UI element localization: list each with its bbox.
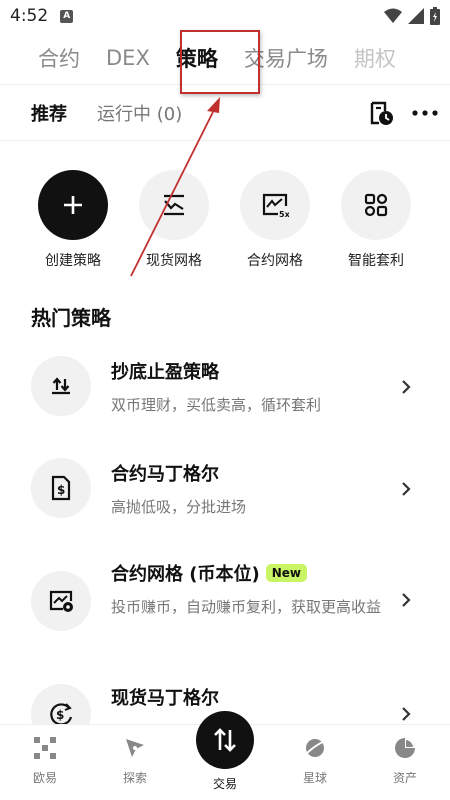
futures-grid-circle[interactable]: 5x [240,170,310,240]
tab-strategy[interactable]: 策略 [163,43,231,73]
hot-strategies-title: 热门策略 [31,306,111,330]
top-divider [0,84,450,85]
battery-icon [430,7,440,25]
plus-icon [64,196,82,214]
top-tab-bar: 合约 DEX 策略 交易广场 期权 [0,32,450,84]
futures-grid-button[interactable]: 5x 合约网格 [225,170,325,270]
strategy-title-row: 合约网格 (币本位) New [111,560,308,586]
nav-trade-label: 交易 [212,777,237,791]
spot-grid-circle[interactable] [139,170,209,240]
svg-text:$: $ [56,708,64,722]
nav-okx[interactable]: 欧易 [10,737,80,786]
nav-label: 欧易 [32,771,57,785]
nav-label: 星球 [302,771,327,785]
smart-arbitrage-circle[interactable] [341,170,411,240]
smart-arbitrage-label: 智能套利 [348,253,404,269]
svg-text:$: $ [57,483,65,497]
wifi-icon [384,8,402,23]
create-strategy-button[interactable]: 创建策略 [23,170,123,270]
dip-buy-icon-circle [31,356,91,416]
nav-label: 资产 [392,771,417,785]
dollar-doc-icon-circle: $ [31,458,91,518]
compass-icon [126,739,144,757]
history-icon[interactable] [368,100,394,126]
chevron-right-icon [402,707,411,721]
futures-grid-5x-label: 5x [279,210,289,218]
status-icons [384,7,440,25]
app-indicator-icon: A [60,9,74,23]
nav-trade-button[interactable] [196,711,254,769]
smart-arbitrage-button[interactable]: 智能套利 [326,170,426,270]
tab-futures[interactable]: 合约 [0,43,93,73]
dip-buy-icon [52,377,70,395]
strategy-desc: 高抛低吸，分批进场 [111,498,247,516]
status-bar: 4:52 A [0,0,450,32]
spot-grid-icon [164,194,184,216]
sub-actions [368,90,438,136]
tab-recommended[interactable]: 推荐 [31,100,67,126]
create-strategy-label: 创建策略 [45,253,101,269]
signal-icon [408,8,424,24]
coin-grid-icon-circle [31,571,91,631]
chevron-right-icon [402,482,411,496]
status-time: 4:52 [10,6,49,26]
strategy-title: 合约马丁格尔 [111,464,219,485]
coin-grid-icon [49,590,73,612]
smart-arbitrage-icon [364,193,388,217]
pie-chart-icon [395,738,415,758]
sub-divider [0,140,450,141]
sub-tab-bar: 推荐 运行中 (0) [0,90,450,136]
futures-grid-label: 合约网格 [247,253,303,269]
chevron-right-icon [402,380,411,394]
tab-running[interactable]: 运行中 (0) [97,100,182,126]
strategy-title: 抄底止盈策略 [111,362,219,383]
spot-grid-label: 现货网格 [146,253,202,269]
strategy-title: 合约网格 (币本位) [111,564,260,585]
tab-dex[interactable]: DEX [93,46,163,70]
trade-swap-icon [214,728,236,752]
create-strategy-circle[interactable] [38,170,108,240]
dollar-doc-icon: $ [51,475,71,501]
strategy-desc: 双币理财，买低卖高，循环套利 [111,396,322,414]
strategy-title: 现货马丁格尔 [111,688,219,709]
nav-explore[interactable]: 探索 [100,737,170,786]
strategy-desc: 投币赚币，自动赚币复利，获取更高收益 [111,598,382,616]
spot-grid-button[interactable]: 现货网格 [124,170,224,270]
nav-planet[interactable]: 星球 [280,737,350,786]
nav-label: 探索 [122,771,147,785]
new-badge: New [265,564,308,582]
planet-icon [304,739,326,757]
chevron-right-icon [402,593,411,607]
nav-assets[interactable]: 资产 [370,737,440,786]
futures-grid-5x-icon: 5x [262,193,289,218]
more-icon[interactable] [412,110,438,116]
tab-options[interactable]: 期权 [341,43,409,73]
tab-trading-square[interactable]: 交易广场 [231,43,341,73]
okx-logo-icon [34,737,56,759]
